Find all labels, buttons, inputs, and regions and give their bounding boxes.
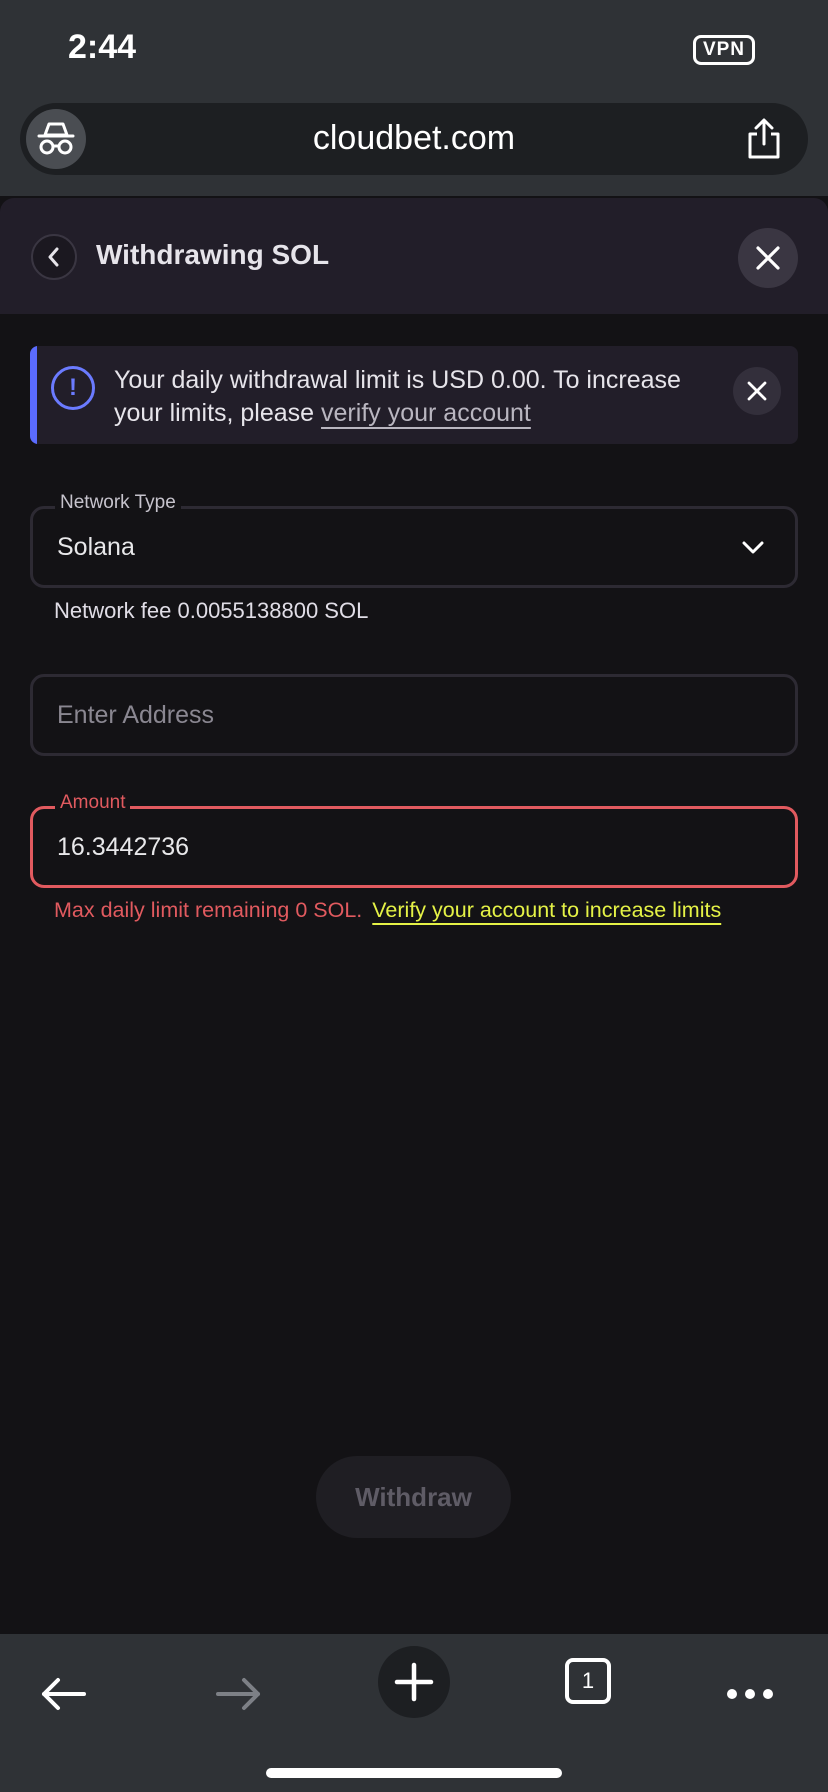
url-text[interactable]: cloudbet.com (20, 119, 808, 158)
more-button[interactable] (710, 1658, 790, 1730)
amount-error-text: Max daily limit remaining 0 SOL. (54, 898, 363, 922)
tabs-button[interactable]: 1 (565, 1658, 611, 1704)
dismiss-alert-button[interactable] (733, 367, 781, 415)
forward-nav-button[interactable] (198, 1658, 278, 1730)
more-icon (727, 1689, 773, 1699)
url-bar[interactable]: cloudbet.com (20, 103, 808, 175)
info-icon: ! (51, 366, 95, 410)
address-input[interactable] (57, 701, 757, 730)
amount-error-row: Max daily limit remaining 0 SOL. Verify y… (54, 898, 721, 923)
amount-value[interactable]: 16.3442736 (57, 833, 189, 862)
share-icon (748, 118, 780, 159)
new-tab-button[interactable] (378, 1646, 450, 1718)
vpn-badge: VPN (693, 35, 755, 65)
verify-account-limits-link[interactable]: Verify your account to increase limits (372, 898, 721, 922)
modal-title: Withdrawing SOL (96, 239, 330, 270)
arrow-left-icon (42, 1678, 86, 1710)
browser-top-bar: 2:44 VPN cloudbet.com (0, 0, 828, 196)
close-icon (747, 381, 767, 401)
browser-bottom-bar: 1 (0, 1634, 828, 1792)
address-field[interactable] (30, 674, 798, 756)
close-icon (756, 246, 780, 270)
status-time: 2:44 (68, 28, 137, 66)
chevron-down-icon (742, 541, 764, 554)
chevron-left-icon (48, 247, 59, 267)
arrow-right-icon (216, 1678, 260, 1710)
network-type-select[interactable]: Network Type Solana (30, 492, 798, 588)
network-type-value: Solana (57, 533, 135, 561)
network-type-label: Network Type (55, 492, 181, 514)
back-button[interactable] (31, 234, 77, 280)
amount-label: Amount (55, 792, 131, 814)
network-fee: Network fee 0.0055138800 SOL (54, 598, 369, 623)
plus-icon (394, 1662, 434, 1702)
close-modal-button[interactable] (738, 228, 798, 288)
alert-message: Your daily withdrawal limit is USD 0.00.… (114, 364, 714, 430)
withdraw-button[interactable]: Withdraw (316, 1456, 511, 1538)
back-nav-button[interactable] (24, 1658, 104, 1730)
modal-header: Withdrawing SOL (0, 198, 828, 314)
home-indicator[interactable] (266, 1768, 562, 1778)
alert-accent-stripe (30, 346, 37, 444)
share-button[interactable] (744, 115, 784, 163)
verify-account-link[interactable]: verify your account (321, 399, 531, 427)
amount-field[interactable]: Amount 16.3442736 (30, 792, 798, 888)
withdrawal-limit-alert: ! Your daily withdrawal limit is USD 0.0… (30, 346, 798, 444)
